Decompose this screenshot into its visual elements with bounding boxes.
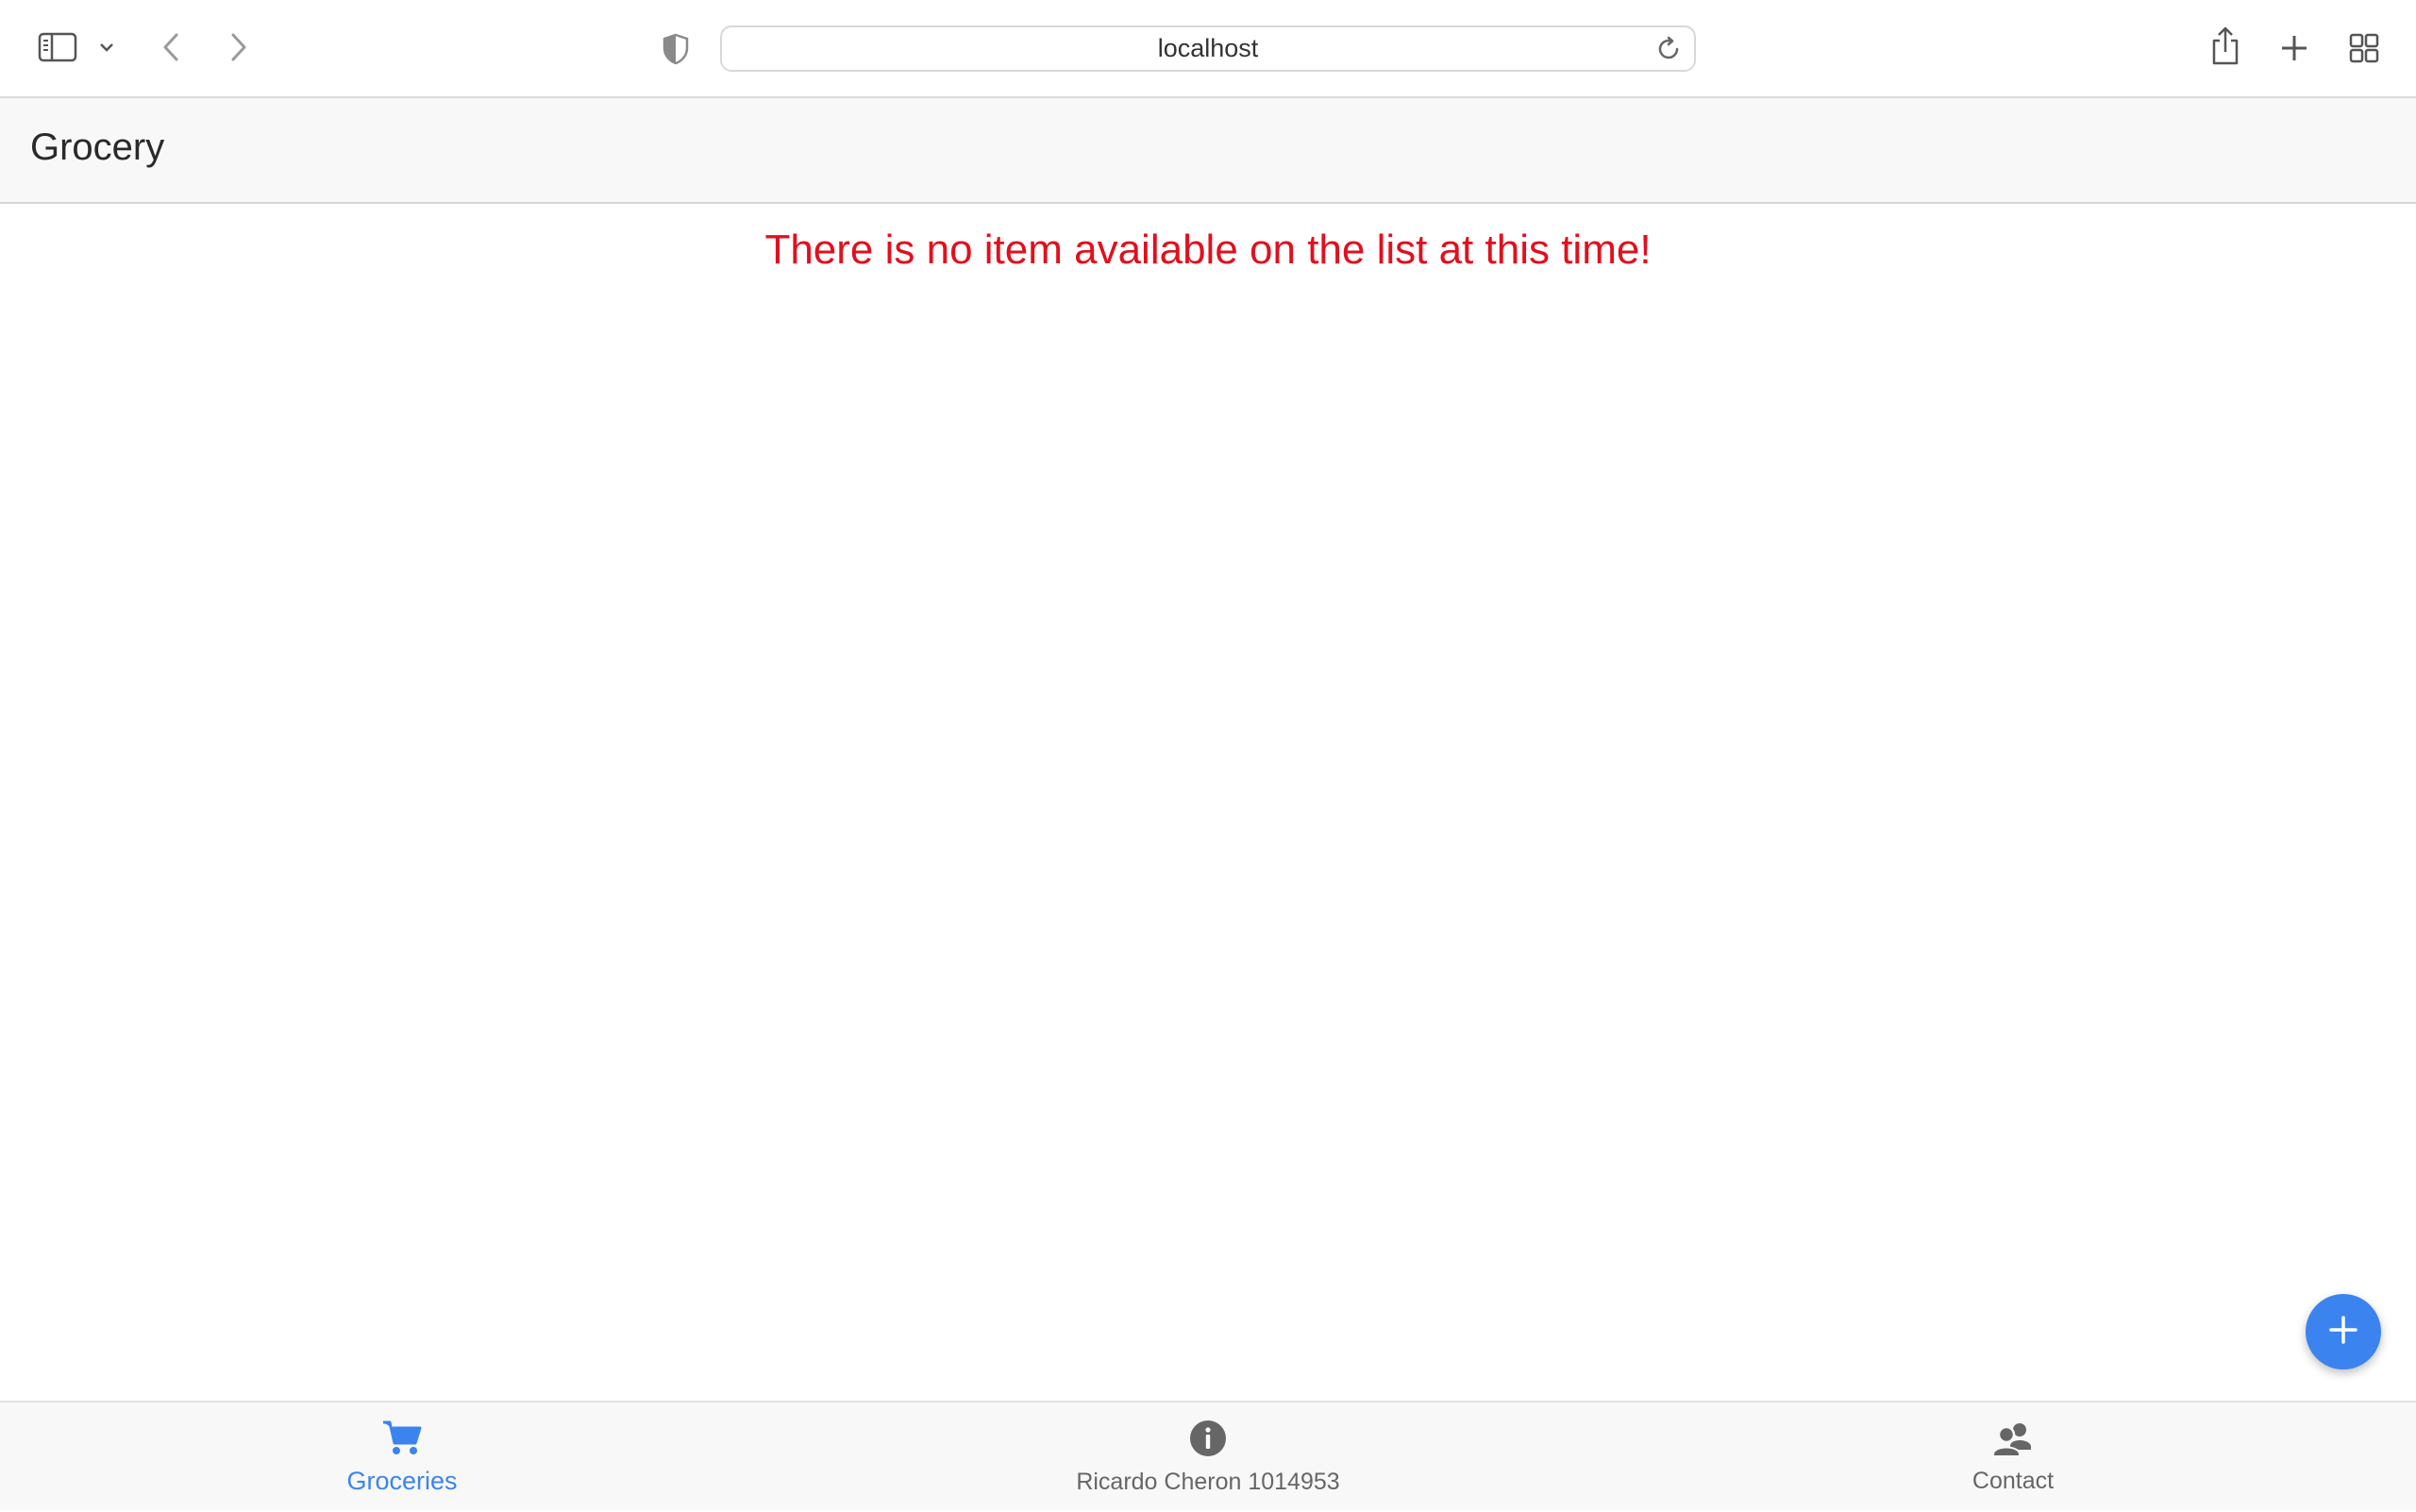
bottom-tab-bar: Groceries Ricardo Cheron 1014953 Contact xyxy=(0,1401,2416,1510)
empty-list-message: There is no item available on the list a… xyxy=(764,227,1652,273)
share-icon[interactable] xyxy=(2206,25,2244,68)
chevron-down-icon[interactable] xyxy=(96,38,117,57)
tab-label: Groceries xyxy=(346,1467,458,1495)
info-icon xyxy=(1188,1419,1228,1463)
tab-contact[interactable]: Contact xyxy=(1824,1403,2202,1512)
tab-info[interactable]: Ricardo Cheron 1014953 xyxy=(1019,1403,1397,1512)
plus-icon xyxy=(2326,1313,2360,1352)
tab-label: Contact xyxy=(1971,1468,2055,1494)
add-item-button[interactable] xyxy=(2306,1294,2381,1369)
address-bar[interactable]: localhost xyxy=(720,25,1696,72)
privacy-shield-icon[interactable] xyxy=(659,32,693,66)
main-content: There is no item available on the list a… xyxy=(0,204,2416,1401)
page-title: Grocery xyxy=(30,126,165,168)
new-tab-icon[interactable] xyxy=(2276,30,2312,66)
reload-icon[interactable] xyxy=(1654,35,1685,65)
tab-overview-icon[interactable] xyxy=(2346,30,2382,66)
cart-icon xyxy=(381,1419,423,1461)
browser-toolbar: localhost xyxy=(0,0,2416,98)
people-icon xyxy=(1991,1420,2035,1462)
forward-icon[interactable] xyxy=(225,30,253,64)
app-header: Grocery xyxy=(0,98,2416,204)
tab-groceries[interactable]: Groceries xyxy=(213,1403,591,1512)
tab-label: Ricardo Cheron 1014953 xyxy=(1076,1469,1340,1495)
url-text: localhost xyxy=(1157,34,1259,62)
back-icon[interactable] xyxy=(157,30,185,64)
sidebar-toggle-icon[interactable] xyxy=(36,30,79,64)
